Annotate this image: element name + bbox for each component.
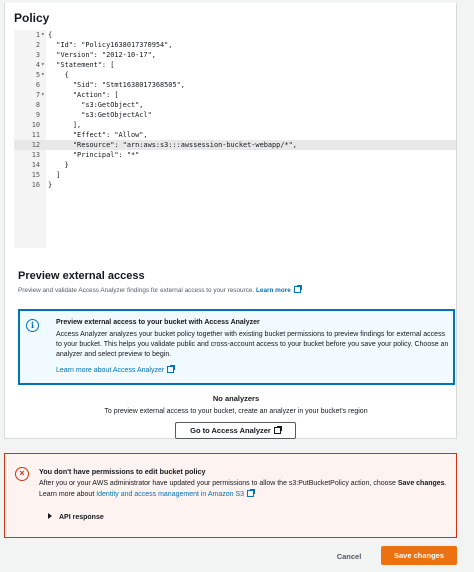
code-line[interactable]: 9 "s3:GetObjectAcl"	[14, 110, 456, 120]
external-link-icon	[273, 426, 282, 434]
line-number: 3	[35, 51, 40, 59]
policy-title: Policy	[14, 11, 50, 25]
learn-more-label: Learn more	[256, 287, 291, 294]
api-response-expander[interactable]: API response	[48, 513, 104, 521]
line-number: 1	[35, 31, 40, 39]
permissions-error-alert: × You don't have permissions to edit buc…	[4, 453, 457, 538]
code-text: "Version": "2012-10-17",	[48, 51, 156, 59]
code-text: "Sid": "Stmt1638017368505",	[48, 81, 185, 89]
error-icon: ×	[15, 467, 29, 481]
code-text: "Principal": "*"	[48, 151, 140, 159]
api-response-label: API response	[59, 514, 104, 521]
code-text: "s3:GetObject",	[48, 101, 144, 109]
go-to-access-analyzer-button[interactable]: Go to Access Analyzer	[175, 422, 296, 439]
code-text: "Effect": "Allow",	[48, 131, 148, 139]
code-line[interactable]: 14 }	[14, 160, 456, 170]
line-number: 4	[35, 61, 40, 69]
code-line[interactable]: 10 ],	[14, 120, 456, 130]
code-text: "Id": "Policy1638017370954",	[48, 41, 173, 49]
code-line[interactable]: 8 "s3:GetObject",	[14, 100, 456, 110]
preview-external-access-title: Preview external access	[18, 270, 145, 282]
access-analyzer-link-label: Learn more about Access Analyzer	[56, 367, 165, 374]
cancel-button[interactable]: Cancel	[325, 548, 373, 564]
code-text: "Action": [	[48, 91, 119, 99]
code-text: {	[48, 71, 69, 79]
line-number: 8	[35, 101, 40, 109]
iam-s3-link-label: Identity and access management in Amazon…	[96, 491, 245, 498]
code-line[interactable]: 16}	[14, 180, 456, 190]
code-line[interactable]: 13 "Principal": "*"	[14, 150, 456, 160]
access-analyzer-info-alert: i Preview external access to your bucket…	[18, 309, 455, 385]
external-link-icon	[247, 489, 256, 497]
line-number: 9	[35, 111, 40, 119]
access-analyzer-learn-more-link[interactable]: Learn more about Access Analyzer	[56, 365, 176, 374]
policy-panel: Policy 1 ▾{2 "Id": "Policy1638017370954",…	[4, 3, 457, 439]
error-alert-body: After you or your AWS administrator have…	[39, 478, 449, 500]
code-line[interactable]: 15 ]	[14, 170, 456, 180]
line-number: 14	[31, 161, 40, 169]
fold-caret-icon[interactable]: ▾	[41, 90, 47, 100]
code-text: ],	[48, 121, 82, 129]
external-link-icon	[167, 365, 176, 373]
code-text: {	[48, 31, 53, 39]
code-text: }	[48, 161, 69, 169]
no-analyzers-title: No analyzers	[212, 394, 260, 403]
preview-description-text: Preview and validate Access Analyzer fin…	[18, 287, 255, 294]
no-analyzers-description: To preview external access to your bucke…	[104, 408, 368, 415]
line-number: 7	[35, 91, 40, 99]
info-icon: i	[26, 319, 39, 332]
line-number: 15	[31, 171, 40, 179]
line-number: 2	[35, 41, 40, 49]
line-number: 16	[31, 181, 40, 189]
line-number: 13	[31, 151, 40, 159]
caret-right-icon	[48, 513, 52, 519]
info-alert-body: Access Analyzer analyzes your bucket pol…	[56, 331, 449, 358]
code-line[interactable]: 5 ▾ {	[14, 70, 456, 80]
code-text: "s3:GetObjectAcl"	[48, 111, 152, 119]
info-alert-title: Preview external access to your bucket w…	[56, 319, 260, 326]
error-body-save-changes: Save changes	[397, 480, 445, 487]
go-to-access-analyzer-label: Go to Access Analyzer	[190, 426, 271, 435]
code-line[interactable]: 1 ▾{	[14, 30, 456, 40]
save-changes-button[interactable]: Save changes	[381, 546, 457, 565]
fold-caret-icon[interactable]: ▾	[41, 70, 47, 80]
line-number: 6	[35, 81, 40, 89]
code-text: ]	[48, 171, 61, 179]
policy-code-editor[interactable]: 1 ▾{2 "Id": "Policy1638017370954", 3 "Vers…	[14, 30, 456, 248]
code-text: "Resource": "arn:aws:s3:::awssession-buc…	[48, 141, 297, 149]
line-number: 5	[35, 71, 40, 79]
code-text: "Statement": [	[48, 61, 115, 69]
code-line[interactable]: 2 "Id": "Policy1638017370954",	[14, 40, 456, 50]
preview-external-access-description: Preview and validate Access Analyzer fin…	[18, 285, 302, 294]
iam-s3-learn-more-link[interactable]: Identity and access management in Amazon…	[96, 489, 256, 498]
external-link-icon	[293, 285, 302, 293]
preview-learn-more-link[interactable]: Learn more	[256, 285, 302, 294]
line-number: 11	[31, 131, 40, 139]
line-number: 12	[31, 141, 40, 149]
code-line[interactable]: 6 "Sid": "Stmt1638017368505",	[14, 80, 456, 90]
code-line[interactable]: 11 "Effect": "Allow",	[14, 130, 456, 140]
code-line[interactable]: 3 "Version": "2012-10-17",	[14, 50, 456, 60]
fold-caret-icon[interactable]: ▾	[41, 30, 47, 40]
code-line[interactable]: 12 "Resource": "arn:aws:s3:::awssession-…	[14, 140, 456, 150]
error-body-text: After you or your AWS administrator have…	[39, 480, 398, 487]
code-text: }	[48, 181, 53, 189]
code-line[interactable]: 4 ▾ "Statement": [	[14, 60, 456, 70]
fold-caret-icon[interactable]: ▾	[41, 60, 47, 70]
code-line[interactable]: 7 ▾ "Action": [	[14, 90, 456, 100]
error-alert-title: You don't have permissions to edit bucke…	[39, 467, 206, 476]
line-number: 10	[31, 121, 40, 129]
